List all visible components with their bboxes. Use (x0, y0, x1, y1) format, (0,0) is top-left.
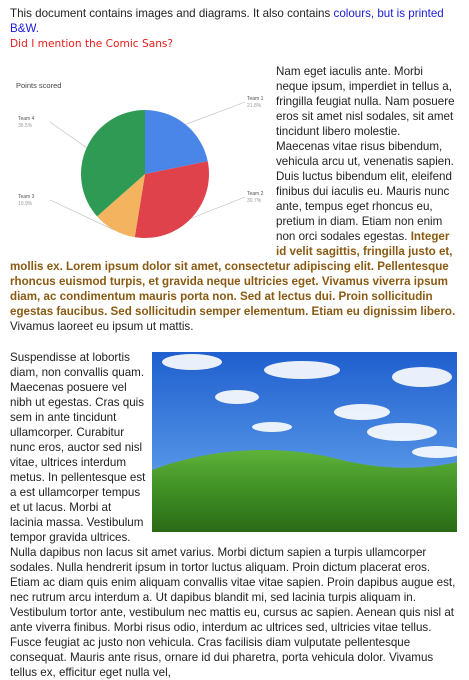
pie-legend-label: Team 3 (18, 194, 35, 200)
pie-percent-label: 21.8% (247, 103, 262, 109)
paragraph-1-text: Nam eget iaculis ante. Morbi neque ipsum… (276, 65, 455, 243)
paragraph-1: Points scored Team 1 21.8% Team 2 30.7% Team… (10, 64, 457, 334)
pie-leader-line (49, 121, 87, 148)
pie-legend-label: Team 4 (18, 116, 35, 122)
document-page: This document contains images and diagra… (10, 0, 457, 680)
pie-legend-label: Team 1 (247, 96, 264, 102)
paragraph-2: Suspendisse at lobortis diam, non conval… (10, 350, 457, 680)
pie-percent-label: 10.9% (18, 201, 33, 207)
intro-text: This document contains images and diagra… (10, 7, 334, 20)
pie-chart-svg: Points scored Team 121.8% Team 230.7% Team… (16, 81, 264, 238)
chart-title: Points scored (16, 81, 61, 90)
pie-slices (81, 110, 209, 238)
pie-leader-line (185, 101, 246, 125)
intro-block: This document contains images and diagra… (10, 6, 457, 52)
pie-percent-label: 30.7% (247, 198, 262, 204)
paragraph-1-end: Vivamus laoreet eu ipsum ut mattis. (10, 320, 194, 333)
pie-legend-label: Team 2 (247, 191, 264, 197)
pie-percent-label: 36.5% (18, 123, 33, 129)
comic-sans-text: Did I mention the Comic Sans? (10, 38, 174, 50)
pie-chart: Points scored Team 1 21.8% Team 2 30.7% Team… (10, 70, 272, 248)
landscape-image (152, 352, 457, 532)
landscape-photo (152, 352, 457, 532)
